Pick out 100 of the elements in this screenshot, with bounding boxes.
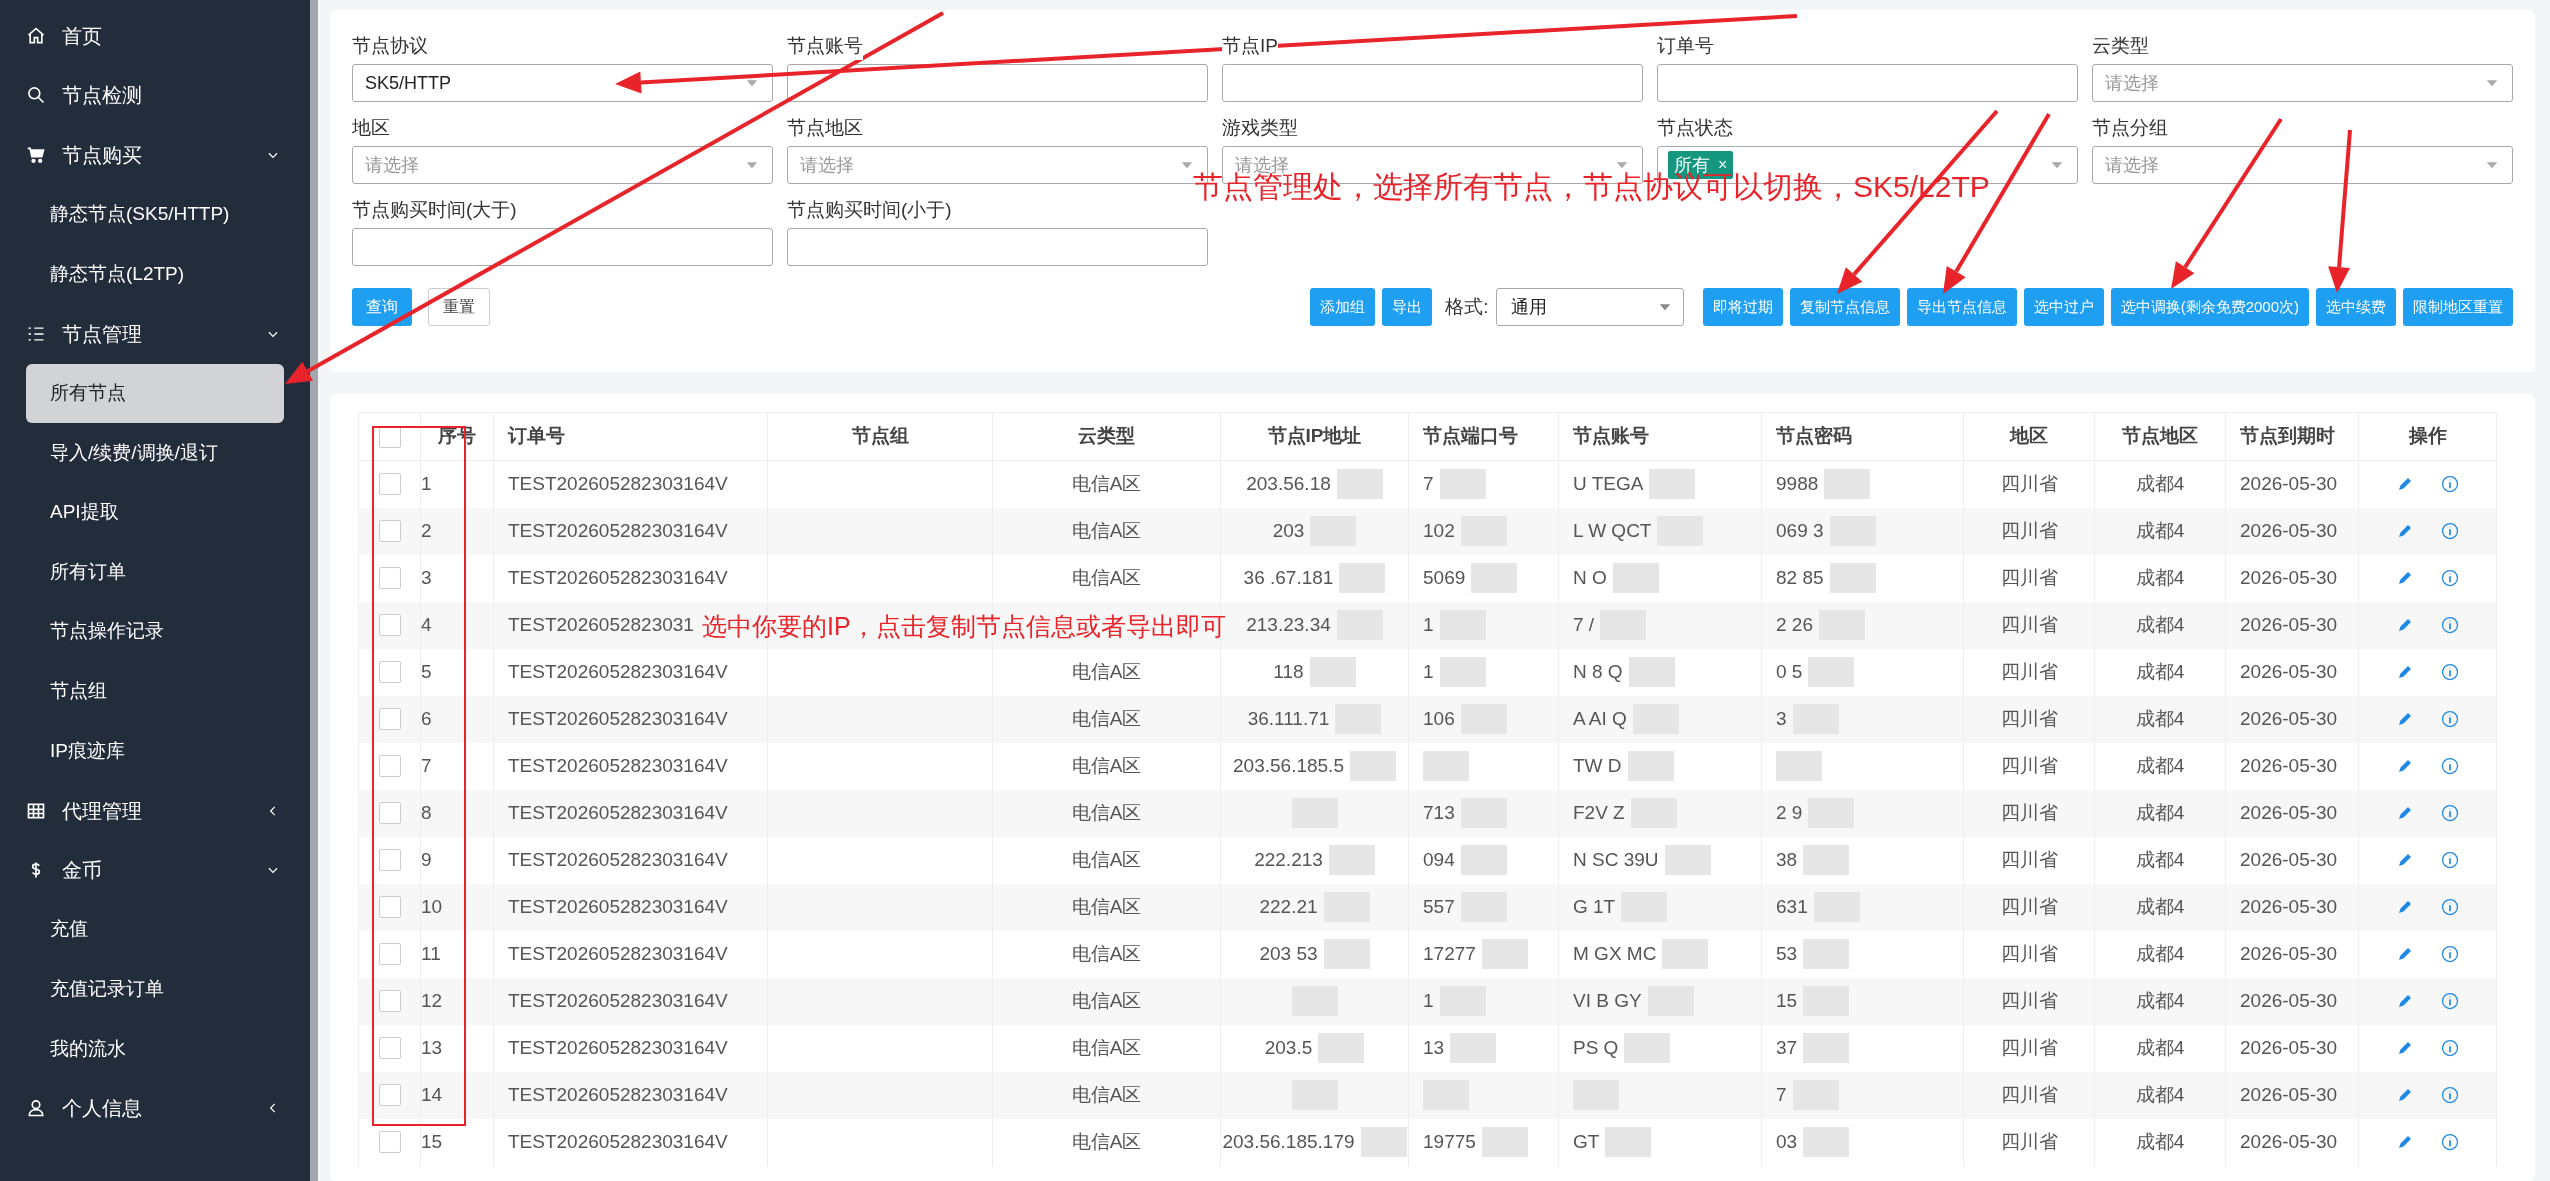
table-cell-text: 203.56.185.179 bbox=[1222, 1129, 1355, 1154]
column-header: 节点IP地址 bbox=[1220, 412, 1409, 461]
sidebar-item[interactable]: 节点操作记录 bbox=[0, 601, 310, 662]
table-cell-text: 3 bbox=[421, 565, 432, 590]
sidebar-item[interactable]: 代理管理 bbox=[0, 780, 310, 841]
table-cell-text: 13 bbox=[1423, 1035, 1445, 1060]
sidebar-item[interactable]: 个人信息 bbox=[0, 1078, 310, 1139]
sidebar-item[interactable]: 充值记录订单 bbox=[0, 959, 310, 1020]
info-button[interactable] bbox=[2439, 568, 2460, 588]
sidebar-item[interactable]: 所有节点 bbox=[26, 363, 284, 424]
sidebar-item[interactable]: 我的流水 bbox=[0, 1019, 310, 1079]
table-cell-text: 2026-05-30 bbox=[2240, 894, 2338, 919]
text-field[interactable] bbox=[1222, 64, 1643, 102]
checkbox[interactable] bbox=[378, 708, 401, 730]
text-field[interactable] bbox=[352, 228, 773, 266]
checkbox[interactable] bbox=[378, 943, 401, 965]
text-field[interactable] bbox=[787, 228, 1208, 266]
checkbox[interactable] bbox=[378, 1131, 401, 1153]
info-button[interactable] bbox=[2439, 944, 2460, 964]
table-cell-text: 2026-05-30 bbox=[2240, 1082, 2338, 1107]
table-cell-text: A AI Q bbox=[1573, 706, 1627, 731]
checkbox[interactable] bbox=[378, 1084, 401, 1106]
table-cell-text: 106 bbox=[1423, 706, 1455, 731]
checkbox[interactable] bbox=[378, 990, 401, 1012]
table-cell-text: 四川省 bbox=[2000, 565, 2058, 590]
table-cell-text: 102 bbox=[1423, 518, 1455, 543]
table-cell-text: 电信A区 bbox=[1071, 847, 1142, 872]
sidebar-item[interactable]: 首页 bbox=[0, 6, 310, 66]
info-button[interactable] bbox=[2439, 897, 2460, 917]
checkbox[interactable] bbox=[378, 802, 401, 824]
table-cell-text: 203.56.185.5 bbox=[1233, 753, 1344, 778]
table-cell-text: 2 bbox=[421, 518, 432, 543]
table-cell-text: 213.23.34 bbox=[1246, 612, 1331, 637]
table-cell-text: 2026-05-30 bbox=[2240, 941, 2338, 966]
checkbox[interactable] bbox=[378, 614, 401, 636]
info-button[interactable] bbox=[2439, 615, 2460, 635]
table-cell-text: 2 9 bbox=[1776, 800, 1803, 825]
table-cell-text: 631 bbox=[1776, 894, 1808, 919]
info-button[interactable] bbox=[2439, 803, 2460, 823]
table-cell-text: 四川省 bbox=[2000, 472, 2058, 496]
table-cell-text: 电信A区 bbox=[1071, 706, 1142, 731]
text-field[interactable] bbox=[1657, 64, 2078, 102]
info-button[interactable] bbox=[2439, 662, 2460, 682]
checkbox[interactable] bbox=[378, 567, 401, 589]
button[interactable]: 重置 bbox=[428, 288, 490, 326]
table-cell-text: 17277 bbox=[1423, 941, 1476, 966]
info-icon bbox=[2439, 897, 2460, 917]
table-cell-text: 四川省 bbox=[2000, 706, 2058, 731]
table-cell-text: 2026-05-30 bbox=[2240, 800, 2338, 825]
info-button[interactable] bbox=[2439, 474, 2460, 495]
sidebar-item[interactable]: 静态节点(SK5/HTTP) bbox=[0, 184, 310, 245]
table-cell-text: 电信A区 bbox=[1071, 518, 1142, 543]
column-header: 节点地区 bbox=[2094, 412, 2226, 461]
checkbox[interactable] bbox=[378, 473, 401, 496]
table-cell-text: U TEGA bbox=[1573, 472, 1644, 496]
sidebar-item[interactable]: 导入/续费/调换/退订 bbox=[0, 423, 310, 483]
table-cell-text: 电信A区 bbox=[1071, 565, 1142, 590]
sidebar-item[interactable]: 节点组 bbox=[0, 661, 310, 722]
info-button[interactable] bbox=[2439, 1038, 2460, 1058]
format-select[interactable]: 通用 bbox=[1495, 288, 1684, 326]
sidebar-item[interactable]: IP痕迹库 bbox=[0, 721, 310, 781]
info-button[interactable] bbox=[2439, 1132, 2460, 1152]
info-button[interactable] bbox=[2439, 756, 2460, 776]
sidebar-item[interactable]: 节点检测 bbox=[0, 65, 310, 126]
checkbox[interactable] bbox=[378, 661, 401, 683]
checkbox[interactable] bbox=[378, 896, 401, 918]
column-header: 操作 bbox=[2358, 412, 2497, 461]
table-cell-text: 53 bbox=[1776, 941, 1798, 966]
info-button[interactable] bbox=[2439, 1085, 2460, 1105]
sidebar-scrollbar[interactable] bbox=[310, 0, 318, 1181]
table-cell-text: TEST202605282303164V bbox=[508, 518, 728, 543]
table-cell-text: 四川省 bbox=[2000, 1129, 2058, 1154]
select-field[interactable]: SK5/HTTP bbox=[352, 64, 773, 102]
sidebar-item[interactable]: 所有订单 bbox=[0, 542, 310, 602]
table-cell-text: 电信A区 bbox=[1071, 800, 1142, 825]
checkbox[interactable] bbox=[378, 1037, 401, 1059]
info-button[interactable] bbox=[2439, 521, 2460, 541]
checkbox[interactable] bbox=[378, 849, 401, 871]
sidebar-item[interactable]: 静态节点(L2TP) bbox=[0, 244, 310, 304]
checkbox[interactable] bbox=[378, 425, 401, 448]
table-cell-text: 0 5 bbox=[1776, 659, 1803, 684]
column-header: 节点端口号 bbox=[1408, 412, 1559, 461]
info-button[interactable] bbox=[2439, 850, 2460, 870]
info-button[interactable] bbox=[2439, 991, 2460, 1011]
sidebar-item[interactable]: 节点管理 bbox=[0, 303, 310, 364]
sidebar-item[interactable]: 金币 bbox=[0, 840, 310, 900]
table-cell-text: 10 bbox=[421, 894, 443, 919]
table-cell-text: 2026-05-30 bbox=[2240, 659, 2338, 684]
table-cell-text: TEST202605282303164V bbox=[508, 1035, 728, 1060]
sidebar-item[interactable]: 节点购买 bbox=[0, 125, 310, 185]
text-field[interactable] bbox=[787, 64, 1208, 102]
table-cell-text: 成都4 bbox=[2135, 565, 2185, 590]
table-cell-text: 069 3 bbox=[1776, 518, 1824, 543]
checkbox[interactable] bbox=[378, 520, 401, 542]
table-cell-text: 14 bbox=[421, 1082, 443, 1107]
checkbox[interactable] bbox=[378, 755, 401, 777]
info-button[interactable] bbox=[2439, 709, 2460, 729]
table-cell-text: 成都4 bbox=[2135, 1129, 2185, 1154]
sidebar-item[interactable]: 充值 bbox=[0, 899, 310, 960]
sidebar-item[interactable]: API提取 bbox=[0, 482, 310, 543]
